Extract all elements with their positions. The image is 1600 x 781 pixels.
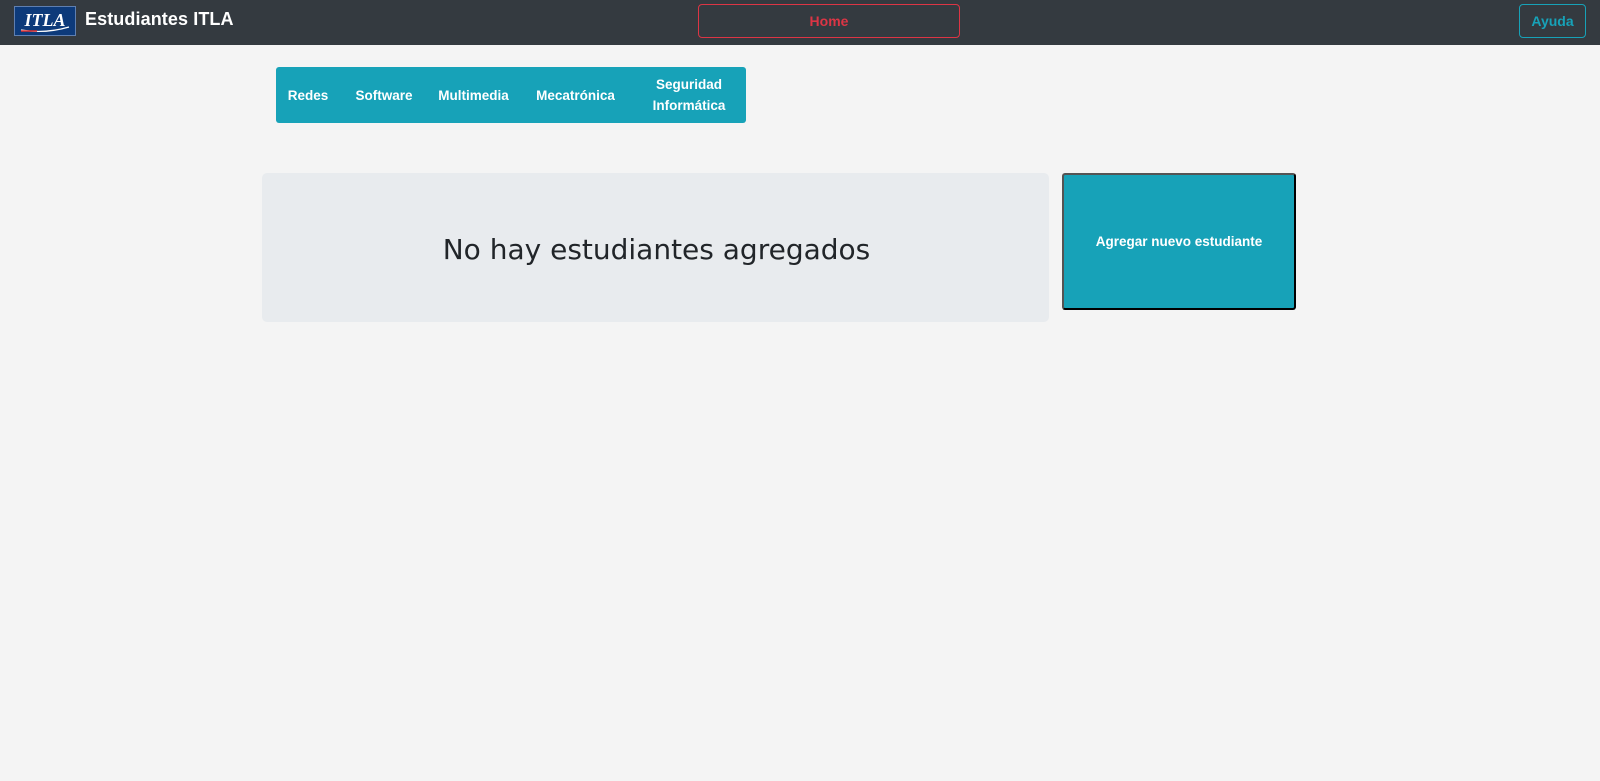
students-empty-panel: No hay estudiantes agregados <box>262 173 1049 322</box>
add-student-button[interactable]: Agregar nuevo estudiante <box>1062 173 1296 310</box>
career-button-seguridad-informatica[interactable]: Seguridad Informática <box>632 67 746 123</box>
career-button-multimedia[interactable]: Multimedia <box>428 67 519 123</box>
career-filter-group: Redes Software Multimedia Mecatrónica Se… <box>276 67 746 123</box>
career-button-label: Redes <box>287 87 329 103</box>
career-button-label: Seguridad Informática <box>652 77 726 113</box>
logo-lettering: ITLA <box>23 10 65 30</box>
career-button-mecatronica[interactable]: Mecatrónica <box>519 67 632 123</box>
app-title[interactable]: Estudiantes ITLA <box>85 9 234 30</box>
help-button[interactable]: Ayuda <box>1519 4 1586 38</box>
empty-state-message: No hay estudiantes agregados <box>442 233 871 266</box>
career-button-label: Multimedia <box>438 87 509 103</box>
career-button-redes[interactable]: Redes <box>276 67 340 123</box>
top-navbar: ITLA Estudiantes ITLA Home Ayuda <box>0 0 1600 45</box>
itla-logo-graphic: ITLA <box>20 10 70 33</box>
career-button-software[interactable]: Software <box>340 67 428 123</box>
career-button-label: Mecatrónica <box>536 87 615 103</box>
career-button-label: Software <box>355 87 413 103</box>
home-button[interactable]: Home <box>698 4 960 38</box>
itla-logo[interactable]: ITLA <box>14 6 76 36</box>
